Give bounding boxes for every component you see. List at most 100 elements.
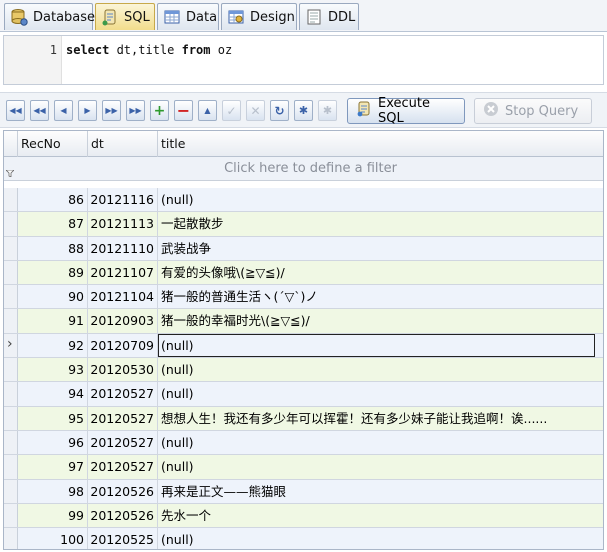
row-indicator[interactable] [4,309,18,333]
tab-sql[interactable]: SQL [95,3,155,30]
cell-title[interactable]: (null) [158,528,603,549]
cell-recno[interactable]: 96 [18,430,88,455]
cell-title[interactable]: (null) [158,188,603,211]
cell-title[interactable]: 先水一个 [158,504,603,527]
cell-recno[interactable]: 92 [18,333,88,358]
cell-title[interactable]: 猪一般的幸福时光\(≧▽≦)/ [158,309,603,332]
cell-dt[interactable]: 20121104 [88,285,158,309]
row-indicator[interactable] [4,188,18,212]
cell-dt[interactable]: 20121110 [88,236,158,260]
column-header-dt[interactable]: dt [88,131,158,157]
table-row[interactable]: 94 20120527 (null) [4,382,603,407]
cell-recno[interactable]: 95 [18,406,88,430]
table-row[interactable]: 93 20120530 (null) [4,358,603,383]
cell-dt[interactable]: 20120527 [88,430,158,455]
table-row[interactable]: 99 20120526 先水一个 [4,503,603,529]
tab-ddl[interactable]: DDL [299,3,359,30]
cell-title[interactable]: (null) [158,455,603,478]
first-page-button[interactable]: ◀◀ [6,100,25,121]
prior-page-button[interactable]: ◀◀ [30,100,49,121]
next-page-button[interactable]: ▶▶ [102,100,121,121]
cell-recno[interactable]: 90 [18,285,88,309]
row-indicator[interactable] [4,455,18,479]
table-row[interactable]: 98 20120526 再来是正文——熊猫眼 [4,479,603,504]
cell-title[interactable]: (null) [158,358,603,381]
last-page-button[interactable]: ▶▶ [126,100,145,121]
table-row[interactable]: 88 20121110 武装战争 [4,236,603,261]
cell-recno[interactable]: 87 [18,212,88,236]
cell-recno[interactable]: 93 [18,358,88,382]
row-indicator[interactable] [4,479,18,503]
next-record-button[interactable]: ▶ [78,100,97,121]
column-header-title[interactable]: title [158,131,603,157]
cell-title[interactable]: (null) [158,431,603,454]
row-indicator[interactable] [4,503,18,528]
cell-recno[interactable]: 98 [18,479,88,503]
apply-filter-button[interactable]: ✱ [294,100,313,121]
row-indicator[interactable] [4,406,18,430]
refresh-button[interactable]: ↻ [270,100,289,121]
table-row[interactable]: 91 20120903 猪一般的幸福时光\(≧▽≦)/ [4,309,603,334]
cell-title[interactable]: (null) [158,333,595,358]
sql-code[interactable]: select dt,title from oz [66,43,232,57]
cell-recno[interactable]: 94 [18,382,88,406]
cell-dt[interactable]: 20120526 [88,503,158,528]
delete-record-button[interactable]: − [174,100,193,121]
cell-title[interactable]: 再来是正文——熊猫眼 [158,480,603,503]
row-indicator[interactable] [4,212,18,236]
table-row[interactable]: 86 20121116 (null) [4,188,603,213]
table-row[interactable]: 95 20120527 想想人生！我还有多少年可以挥霍！还有多少妹子能让我追啊！诶.… [4,406,603,431]
cell-dt[interactable]: 20120530 [88,358,158,382]
cell-recno[interactable]: 91 [18,309,88,333]
row-indicator[interactable] [4,358,18,382]
post-edit-button[interactable]: ✓ [222,100,241,121]
table-row[interactable]: 100 20120525 (null) [4,528,603,549]
row-indicator[interactable] [4,382,18,406]
table-row[interactable]: 89 20121107 有爱的头像哦\(≧▽≦)/ [4,260,603,286]
edit-record-button[interactable]: ▲ [198,100,217,121]
cell-recno[interactable]: 89 [18,260,88,285]
clear-filter-button[interactable]: ✱ [318,100,337,121]
row-indicator[interactable] [4,285,18,309]
row-indicator[interactable]: › [4,333,18,358]
cell-dt[interactable]: 20120526 [88,479,158,503]
cell-dt[interactable]: 20120527 [88,406,158,430]
cell-dt[interactable]: 20121116 [88,188,158,212]
cell-title[interactable]: (null) [158,382,603,405]
row-indicator[interactable] [4,528,18,549]
stop-query-button[interactable]: Stop Query [474,98,592,124]
row-indicator[interactable] [4,236,18,260]
execute-sql-button[interactable]: Execute SQL [347,96,465,126]
row-indicator[interactable] [4,260,18,285]
table-row[interactable]: 96 20120527 (null) [4,430,603,456]
filter-row[interactable]: Click here to define a filter [4,157,603,181]
cancel-edit-button[interactable]: ✕ [246,100,265,121]
tab-database[interactable]: Database [4,3,95,30]
cell-recno[interactable]: 86 [18,188,88,212]
cell-dt[interactable]: 20120709 [88,333,158,358]
sql-editor[interactable]: 1 select dt,title from oz [3,35,604,85]
tab-design[interactable]: Design [221,3,297,30]
row-indicator[interactable] [4,430,18,455]
cell-title[interactable]: 武装战争 [158,237,603,260]
cell-recno[interactable]: 99 [18,503,88,528]
cell-title[interactable]: 想想人生！我还有多少年可以挥霍！还有多少妹子能让我追啊！诶...... [158,407,603,430]
cell-dt[interactable]: 20121107 [88,260,158,285]
cell-dt[interactable]: 20120527 [88,382,158,406]
result-grid[interactable]: RecNo dt title Click here to define a fi… [3,130,604,550]
cell-recno[interactable]: 88 [18,236,88,260]
table-row[interactable]: 97 20120527 (null) [4,455,603,480]
cell-dt[interactable]: 20120903 [88,309,158,333]
cell-recno[interactable]: 100 [18,528,88,549]
cell-title[interactable]: 有爱的头像哦\(≧▽≦)/ [158,261,603,284]
cell-title[interactable]: 一起散散步 [158,212,603,235]
cell-dt[interactable]: 20120527 [88,455,158,479]
column-header-recno[interactable]: RecNo [18,131,88,157]
tab-data[interactable]: Data [157,3,219,30]
cell-dt[interactable]: 20121113 [88,212,158,236]
cell-title[interactable]: 猪一般的普通生活ヽ(´▽`)ノ [158,285,603,308]
insert-record-button[interactable]: + [150,100,169,121]
cell-recno[interactable]: 97 [18,455,88,479]
cell-dt[interactable]: 20120525 [88,528,158,549]
table-row[interactable]: 90 20121104 猪一般的普通生活ヽ(´▽`)ノ [4,285,603,310]
